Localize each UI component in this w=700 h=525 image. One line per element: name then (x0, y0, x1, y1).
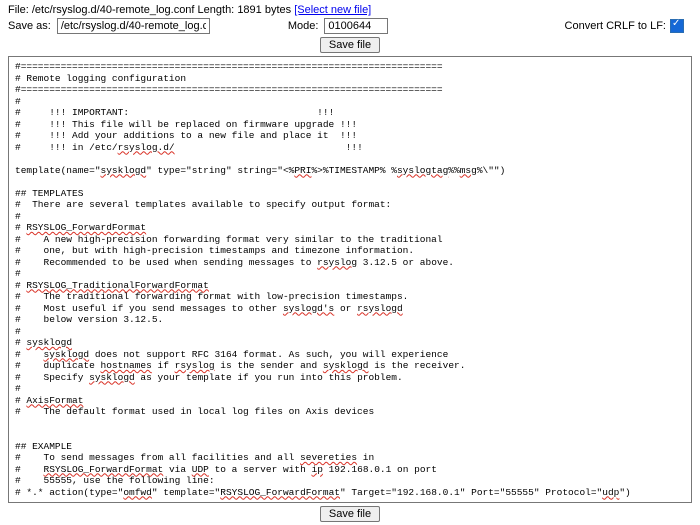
file-content[interactable]: #=======================================… (8, 56, 692, 503)
select-new-file-link[interactable]: [Select new file] (294, 4, 371, 16)
length-value: 1891 bytes (237, 4, 291, 16)
saveas-input[interactable] (57, 18, 210, 34)
mode-label: Mode: (288, 20, 319, 32)
crlf-label: Convert CRLF to LF: (565, 20, 666, 32)
header-line: File: /etc/rsyslog.d/40-remote_log.conf … (8, 4, 692, 16)
file-path: /etc/rsyslog.d/40-remote_log.conf (32, 4, 195, 16)
length-label: Length: (194, 4, 237, 16)
save-button-bottom[interactable]: Save file (320, 506, 380, 522)
saveas-label: Save as: (8, 20, 51, 32)
mode-input[interactable] (324, 18, 388, 34)
crlf-checkbox[interactable] (670, 19, 684, 33)
file-label: File: (8, 4, 32, 16)
save-button-top[interactable]: Save file (320, 37, 380, 53)
